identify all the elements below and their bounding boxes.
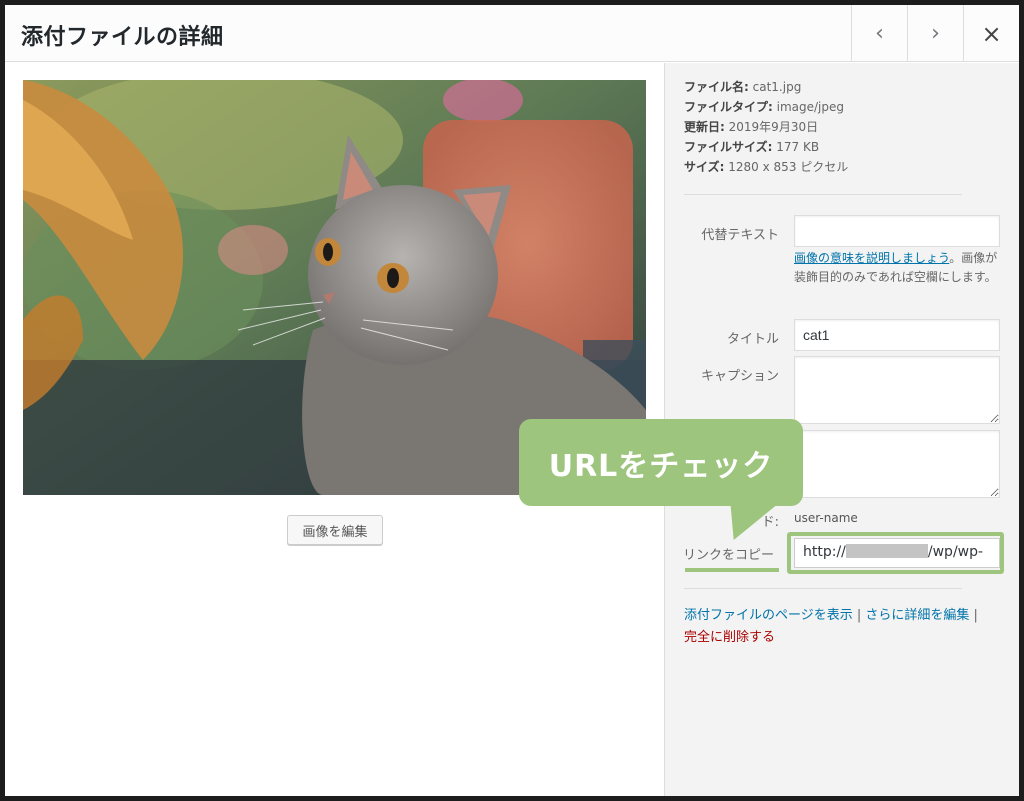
filename-value: cat1.jpg (752, 80, 802, 94)
file-details: ファイル名: cat1.jpg ファイルタイプ: image/jpeg 更新日:… (684, 77, 848, 177)
redacted-domain (845, 544, 928, 558)
modal-header: 添付ファイルの詳細 ‹ › × (5, 5, 1019, 62)
alt-text-help: 画像の意味を説明しましょう。画像が装飾目的のみであれば空欄にします。 (794, 251, 998, 284)
alt-text-label: 代替テキスト (701, 228, 779, 243)
caption-label: キャプション (700, 369, 779, 384)
modal-title: 添付ファイルの詳細 (21, 25, 224, 50)
copy-link-underline (685, 568, 779, 572)
attachment-details-modal: 添付ファイルの詳細 ‹ › × 画像を編集 ファイル名: cat1.jpg ファ… (5, 5, 1019, 796)
uploaded-value: 2019年9月30日 (728, 120, 819, 134)
filetype-value: image/jpeg (776, 100, 845, 114)
copy-link-url-input[interactable]: http:///wp/wp- (794, 538, 1000, 568)
title-input[interactable] (794, 319, 1000, 351)
uploaded-by-value: user-name (794, 511, 858, 525)
alt-text-help-link[interactable]: 画像の意味を説明しましょう (794, 251, 949, 265)
attachment-actions: 添付ファイルのページを表示 | さらに詳細を編集 | 完全に削除する (684, 608, 978, 645)
copy-link-label: リンクをコピー (683, 548, 775, 563)
delete-permanently-link[interactable]: 完全に削除する (684, 630, 775, 645)
dimensions-value: 1280 x 853 ピクセル (728, 160, 849, 174)
filesize-row: ファイルサイズ: 177 KB (684, 140, 820, 154)
chevron-left-icon: ‹ (875, 21, 884, 46)
filetype-row: ファイルタイプ: image/jpeg (684, 100, 845, 114)
chevron-right-icon: › (931, 21, 940, 46)
view-attachment-page-link[interactable]: 添付ファイルのページを表示 (684, 608, 853, 623)
filename-row: ファイル名: cat1.jpg (684, 80, 802, 94)
caption-textarea[interactable] (794, 356, 1000, 424)
uploaded-row: 更新日: 2019年9月30日 (684, 120, 819, 134)
edit-more-details-link[interactable]: さらに詳細を編集 (865, 608, 969, 623)
divider (684, 588, 962, 589)
filesize-value: 177 KB (776, 140, 820, 154)
check-url-callout: URLをチェック (519, 419, 803, 506)
divider (684, 194, 962, 195)
title-label: タイトル (726, 332, 779, 347)
edit-image-button[interactable]: 画像を編集 (287, 515, 383, 545)
description-textarea[interactable] (794, 430, 1000, 498)
previous-attachment-button[interactable]: ‹ (851, 5, 907, 62)
next-attachment-button[interactable]: › (907, 5, 963, 62)
close-icon: × (981, 19, 1002, 48)
alt-text-input[interactable] (794, 215, 1000, 247)
dimensions-row: サイズ: 1280 x 853 ピクセル (684, 160, 849, 174)
close-button[interactable]: × (963, 5, 1019, 62)
